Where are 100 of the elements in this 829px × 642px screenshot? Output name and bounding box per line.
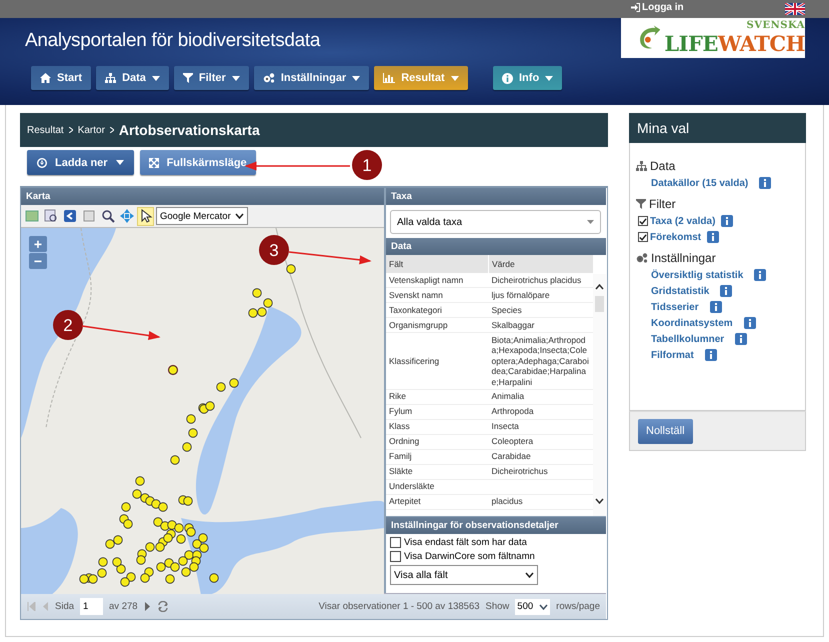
site-title: Analysportalen för biodiversitetsdata (25, 30, 320, 52)
download-icon (37, 158, 47, 168)
sitemap-icon (636, 161, 647, 171)
info-icon[interactable] (759, 177, 772, 189)
checkbox[interactable] (390, 537, 401, 548)
panel-header: Data (386, 238, 606, 255)
field-name-cell: Släkte (386, 464, 488, 479)
filter-link[interactable]: Taxa (2 valda) (650, 216, 716, 226)
menu-button[interactable]: Filter (174, 66, 249, 90)
scrollbar[interactable] (593, 274, 606, 516)
zoom-out-button[interactable]: − (29, 253, 47, 269)
download-button[interactable]: Ladda ner (27, 150, 134, 175)
page-input[interactable]: 1 (80, 598, 104, 615)
callout-marker: 3 (259, 235, 289, 265)
field-name-cell: Artepitet (386, 494, 488, 509)
section-title: Filter (649, 197, 676, 211)
menu-button[interactable]: Data (96, 66, 169, 90)
scroll-up-icon[interactable] (595, 284, 604, 290)
info-icon (502, 72, 513, 84)
column-header: Fält (386, 255, 488, 273)
filter-link[interactable]: Förekomst (650, 232, 702, 242)
settings-link[interactable]: Översiktlig statistik (651, 270, 744, 280)
chevron-icon (110, 127, 114, 133)
expand-icon (148, 158, 159, 168)
home-icon (40, 73, 51, 83)
panel-header: Taxa (386, 188, 606, 205)
funnel-icon (182, 73, 193, 83)
page-title: Artobservationskarta (118, 122, 260, 138)
zoom-in-button[interactable]: + (29, 236, 47, 252)
page-size-select[interactable]: 500 (515, 598, 550, 614)
settings-link[interactable]: Gridstatistik (651, 286, 710, 296)
settings-link[interactable]: Datakällor (15 valda) (651, 178, 748, 188)
logo[interactable]: SVENSKA LIFEWATCH (621, 18, 805, 58)
projection-select[interactable]: Google Mercator (156, 207, 248, 225)
checkbox-label[interactable]: Visa endast fält som har data (404, 537, 527, 548)
field-name-cell: Vetenskapligt namn (386, 273, 488, 288)
menu-button[interactable]: Inställningar (254, 66, 370, 90)
bar-chart-icon (383, 73, 396, 83)
pointer-tool[interactable] (137, 206, 154, 226)
panel-header: Inställningar för observationsdetaljer (386, 517, 606, 534)
callout-marker: 2 (53, 310, 83, 340)
map-drawing[interactable] (21, 228, 384, 594)
login-link[interactable]: Logga in (631, 2, 684, 13)
scrollbar-thumb[interactable] (595, 296, 604, 312)
panel-header: Karta (21, 188, 384, 205)
scroll-down-icon[interactable] (595, 498, 604, 504)
taxa-select[interactable]: Alla valda taxa (390, 210, 601, 234)
info-icon[interactable] (754, 269, 766, 281)
chevron-icon (68, 127, 73, 133)
sidebar-title: Mina val (629, 113, 806, 143)
caret-icon (587, 220, 594, 224)
field-name-cell: Organismgrupp (386, 318, 488, 332)
section-title: Data (650, 159, 676, 173)
checkbox-label[interactable]: Visa DarwinCore som fältnamn (404, 551, 535, 562)
gears-icon (262, 73, 275, 83)
settings-link[interactable]: Koordinatsystem (651, 318, 733, 328)
callout-marker: 1 (352, 150, 382, 180)
info-icon[interactable] (735, 333, 748, 345)
move-arrows-icon (120, 209, 134, 223)
chevron-down-icon (234, 213, 244, 219)
column-header: Värde (488, 255, 594, 273)
checkbox[interactable] (390, 551, 401, 562)
info-icon[interactable] (710, 301, 722, 313)
breadcrumb-link[interactable]: Resultat (27, 124, 64, 136)
result-summary: Visar observationer 1 - 500 av 138563 (318, 601, 480, 612)
field-name-cell: Ordning (386, 434, 488, 449)
checkbox[interactable] (638, 216, 648, 226)
caret-icon (545, 76, 554, 80)
magnifier-icon (100, 209, 114, 223)
refresh-icon[interactable] (156, 601, 169, 612)
info-icon[interactable] (707, 231, 720, 243)
chevron-down-icon (525, 572, 534, 578)
sign-in-icon (631, 3, 640, 12)
field-name-cell: Undersläkte (386, 479, 488, 494)
info-icon[interactable] (721, 215, 734, 227)
field-filter-select[interactable]: Visa alla fält (390, 565, 538, 585)
reset-button[interactable]: Nollställ (638, 418, 693, 444)
settings-link[interactable]: Tidsserier (651, 302, 699, 312)
page-size-unit: rows/page (556, 601, 600, 612)
fullscreen-button[interactable]: Fullskärmsläge (140, 150, 256, 175)
field-name-cell: Familj (386, 449, 488, 464)
info-icon[interactable] (720, 285, 732, 297)
settings-link[interactable]: Tabellkolumner (651, 334, 724, 344)
menu-button[interactable]: Info (493, 66, 562, 90)
breadcrumb-link[interactable]: Kartor (78, 124, 105, 136)
info-icon[interactable] (744, 317, 756, 329)
checkbox[interactable] (638, 232, 648, 242)
sitemap-icon (105, 73, 116, 83)
next-page-icon[interactable] (144, 602, 151, 611)
flag-icon[interactable] (785, 3, 805, 15)
caret-icon (450, 76, 459, 80)
home-button[interactable]: Start (31, 66, 92, 90)
settings-link[interactable]: Filformat (651, 350, 694, 360)
pointer-icon (138, 209, 152, 223)
page-label: Sida (55, 601, 74, 612)
field-name-cell: Rike (386, 389, 488, 404)
info-icon[interactable] (704, 349, 717, 361)
caret-icon (352, 76, 360, 80)
picture-icon (24, 209, 38, 223)
field-name-cell: Taxonkategori (386, 302, 488, 318)
